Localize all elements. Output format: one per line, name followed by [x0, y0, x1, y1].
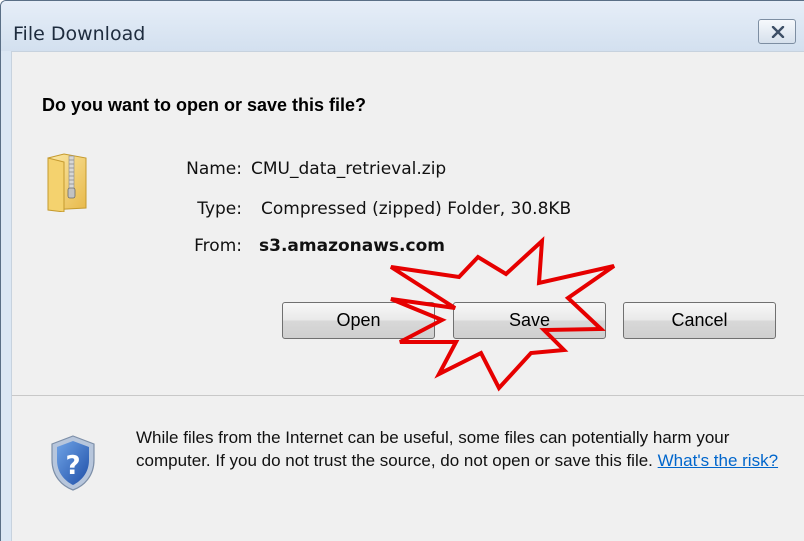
security-warning: While files from the Internet can be use… — [136, 426, 786, 472]
whats-the-risk-link[interactable]: What's the risk? — [658, 451, 778, 470]
file-download-dialog: File Download Do you want to open or sav… — [0, 0, 804, 541]
security-shield-question-icon: ? — [51, 435, 95, 491]
starburst-highlight — [389, 236, 616, 392]
svg-text:?: ? — [65, 451, 80, 481]
warning-panel: ? While files from the Internet can be u… — [12, 396, 804, 541]
close-button[interactable] — [758, 19, 796, 44]
close-icon — [771, 26, 785, 38]
title-bar[interactable]: File Download — [1, 1, 804, 51]
warning-text: While files from the Internet can be use… — [136, 428, 730, 470]
window-title: File Download — [13, 23, 146, 45]
dialog-body: Do you want to open or save this file? N… — [11, 51, 804, 541]
file-info-panel: Do you want to open or save this file? N… — [12, 52, 804, 395]
